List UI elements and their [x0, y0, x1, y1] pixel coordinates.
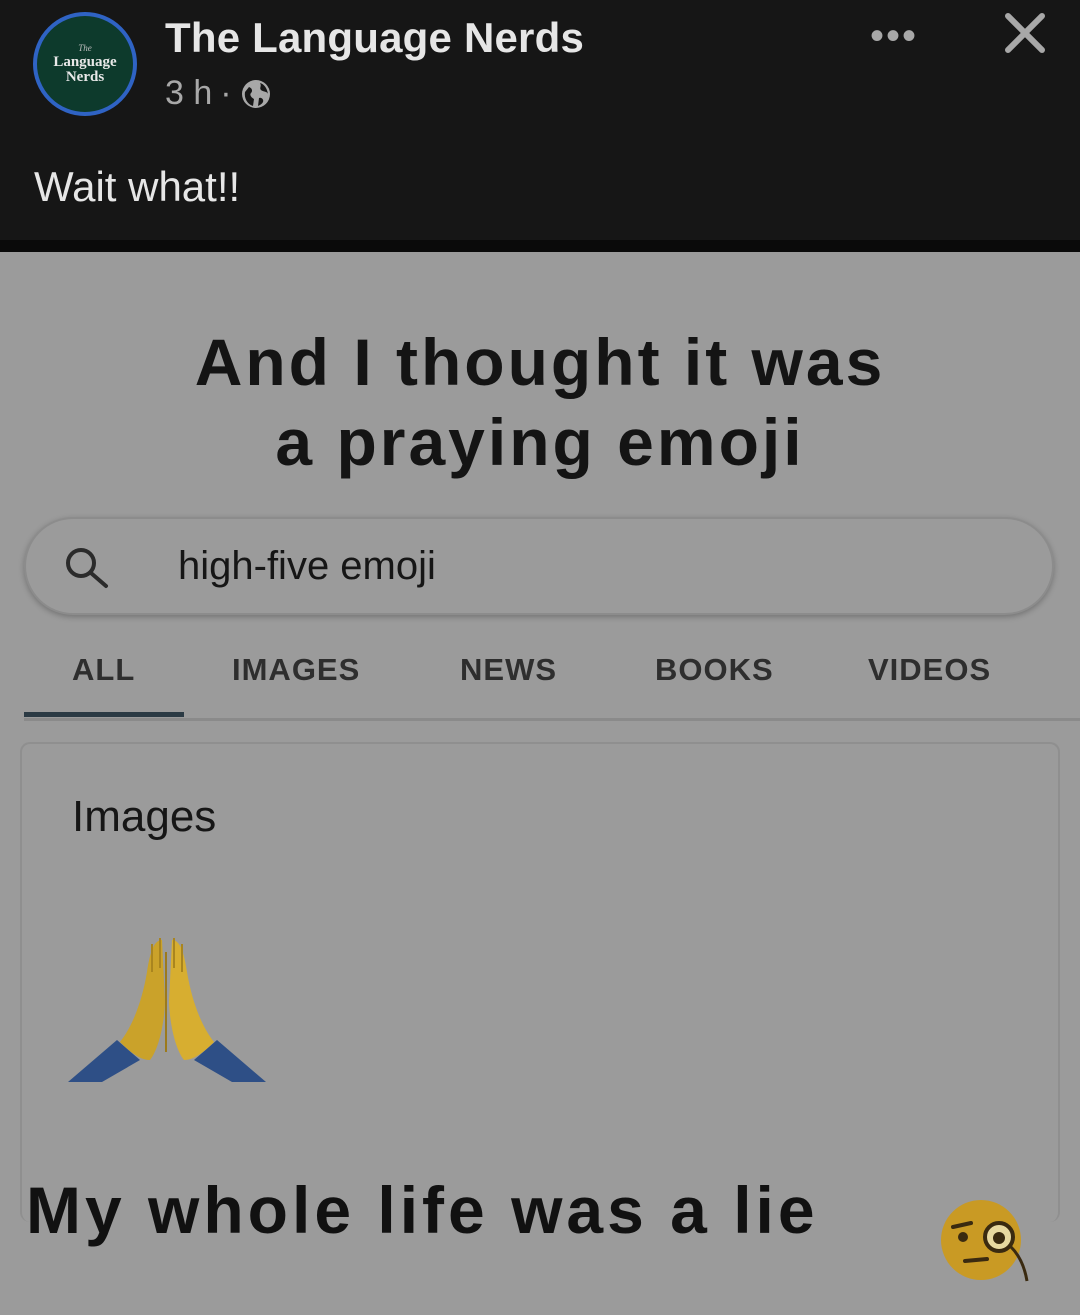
more-icon[interactable]: •••	[870, 16, 918, 56]
post-header: The Language Nerds The Language Nerds 3 …	[0, 0, 1080, 240]
meme-title-line1: And I thought it was	[194, 325, 886, 399]
page-name[interactable]: The Language Nerds	[165, 14, 584, 62]
meme-title: And I thought it was a praying emoji	[0, 322, 1080, 482]
tab-videos: VIDEOS	[868, 652, 992, 687]
post-time[interactable]: 3 h	[165, 74, 212, 113]
search-query: high-five emoji	[178, 544, 436, 588]
meme-bottom-text: My whole life was a lie	[26, 1173, 819, 1247]
avatar-the: The	[78, 42, 92, 53]
post-caption: Wait what!!	[34, 163, 241, 210]
globe-icon	[241, 79, 270, 108]
divider	[0, 240, 1080, 252]
post-meta: 3 h ·	[165, 74, 272, 113]
tab-images: IMAGES	[232, 652, 361, 687]
images-card-title: Images	[72, 792, 217, 841]
tabs-divider	[24, 718, 1080, 721]
face-with-monocle-emoji	[941, 1200, 1029, 1282]
search-icon	[66, 548, 108, 588]
meme-image[interactable]: And I thought it was a praying emoji hig…	[0, 252, 1080, 1315]
close-icon[interactable]	[1000, 8, 1050, 58]
folded-hands-emoji	[68, 938, 266, 1082]
active-tab-indicator	[24, 712, 184, 717]
meta-separator: ·	[220, 74, 232, 112]
tab-news: NEWS	[460, 652, 557, 687]
tab-all: ALL	[72, 652, 136, 687]
avatar-line1: Language	[53, 53, 117, 70]
meme-title-line2: a praying emoji	[275, 405, 805, 479]
search-tabs: ALL IMAGES NEWS BOOKS VIDEOS	[0, 652, 1080, 712]
page-avatar[interactable]: The Language Nerds	[33, 12, 137, 116]
avatar-line2: Nerds	[65, 68, 105, 85]
tab-books: BOOKS	[655, 652, 774, 687]
